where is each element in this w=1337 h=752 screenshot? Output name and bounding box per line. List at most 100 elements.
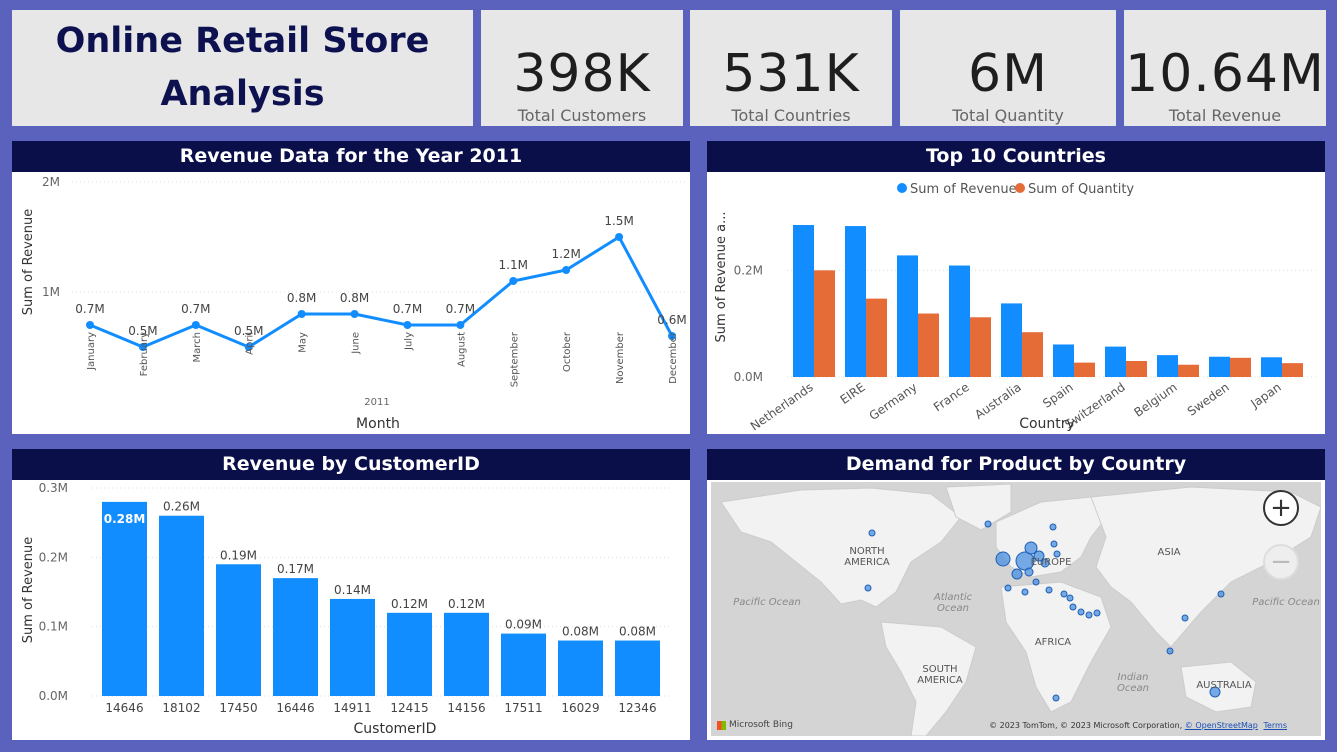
data-label: 1.5M	[604, 214, 633, 228]
x-tick-label: June	[351, 332, 362, 355]
bar	[1074, 362, 1095, 377]
data-point	[562, 266, 571, 274]
x-tick-label: Japan	[1247, 380, 1283, 411]
data-label: 0.7M	[393, 302, 422, 316]
data-label: 0.8M	[287, 291, 316, 305]
x-tick-label: August	[456, 332, 467, 367]
revenue-2011-panel[interactable]: Revenue Data for the Year 2011 1M 2M Sum o…	[12, 141, 690, 434]
bubble	[1004, 584, 1012, 592]
bar	[444, 612, 489, 696]
customer-revenue-chart[interactable]: 0.0M 0.1M 0.2M 0.3M Sum of Revenue 0.28M 14646…	[12, 480, 690, 740]
bing-logo: Microsoft Bing	[717, 720, 793, 730]
x-tick-label: EIRE	[838, 380, 868, 407]
data-label: 0.09M	[505, 618, 542, 632]
data-point	[403, 321, 412, 329]
data-point	[509, 277, 518, 285]
world-map[interactable]: NORTH AMERICA SOUTH AMERICA EUROPE ASIA …	[711, 482, 1321, 736]
bar	[1105, 346, 1126, 377]
y-tick-label: 1M	[42, 285, 60, 299]
data-point	[456, 321, 465, 329]
data-label: 1.2M	[551, 247, 580, 261]
bar	[1261, 357, 1282, 377]
bubble	[1217, 590, 1225, 598]
bubble	[868, 529, 876, 537]
bubble	[1050, 540, 1058, 548]
bubble	[984, 520, 992, 528]
map-label-pacific-left: Pacific Ocean	[733, 597, 801, 608]
customer-revenue-panel[interactable]: Revenue by CustomerID 0.0M 0.1M 0.2M 0.3M Su…	[12, 449, 690, 740]
top-countries-chart[interactable]: Sum of Revenue Sum of Quantity 0.0M 0.2M Sum…	[707, 172, 1325, 434]
bar	[102, 501, 147, 696]
data-label: 0.6M	[657, 313, 686, 327]
osm-link[interactable]: © OpenStreetMap	[1185, 721, 1258, 730]
top-countries-panel[interactable]: Top 10 Countries Sum of Revenue Sum of Qu…	[707, 141, 1325, 434]
bar	[793, 225, 814, 377]
kpi-value: 10.64M	[1125, 44, 1325, 104]
map-attribution: © 2023 TomTom, © 2023 Microsoft Corporat…	[989, 721, 1287, 730]
bubble	[1049, 523, 1057, 531]
revenue-line-chart[interactable]: 1M2MSum of Revenue 0.7MJanuary0.5MFebruar…	[12, 172, 690, 434]
x-tick-label: 18102	[162, 701, 200, 715]
kpi-value: 6M	[968, 44, 1048, 104]
map-label-indian: Indian	[1118, 672, 1149, 683]
panel-title: Top 10 Countries	[707, 141, 1325, 172]
kpi-total-quantity[interactable]: 6M Total Quantity	[900, 10, 1116, 126]
x-tick-label: Spain	[1040, 380, 1075, 411]
data-label: 0.08M	[619, 625, 656, 639]
terms-link[interactable]: Terms	[1263, 721, 1287, 730]
bar	[897, 255, 918, 377]
y-axis-title: Sum of Revenue	[21, 209, 36, 316]
legend-marker	[1015, 183, 1025, 193]
bar	[330, 598, 375, 696]
bubble	[1077, 608, 1085, 616]
x-tick-label: Netherlands	[748, 380, 816, 433]
data-label: 0.19M	[220, 548, 257, 562]
x-tick-label: 14156	[447, 701, 485, 715]
data-point	[615, 233, 624, 241]
kpi-value: 531K	[722, 44, 860, 104]
data-label: 0.12M	[391, 597, 428, 611]
zoom-in-button[interactable]: +	[1263, 490, 1299, 526]
map-panel[interactable]: Demand for Product by Country NORTH AMER…	[707, 449, 1325, 740]
y-tick-label: 0.3M	[39, 481, 68, 495]
legend-marker	[897, 183, 907, 193]
map-label-atlantic: Ocean	[937, 603, 969, 614]
x-tick-label: Germany	[867, 380, 920, 423]
attribution-text: © 2023 TomTom, © 2023 Microsoft Corporat…	[989, 721, 1183, 730]
x-tick-label: 16446	[276, 701, 314, 715]
kpi-label: Total Countries	[731, 106, 851, 125]
x-tick-label: Australia	[972, 380, 1024, 422]
x-tick-label: Belgium	[1131, 380, 1179, 420]
map-label-south-america: AMERICA	[917, 675, 963, 686]
kpi-total-revenue[interactable]: 10.64M Total Revenue	[1124, 10, 1326, 126]
x-axis-title: Month	[356, 416, 400, 432]
kpi-value: 398K	[513, 44, 651, 104]
bar	[1126, 361, 1147, 377]
zoom-out-button[interactable]: −	[1263, 544, 1299, 580]
x-tick-label: December	[668, 331, 679, 384]
bar	[1157, 355, 1178, 377]
map-label-australia: AUSTRALIA	[1196, 680, 1252, 691]
data-label: 0.7M	[181, 302, 210, 316]
plus-icon: +	[1270, 493, 1292, 523]
legend-label: Sum of Revenue	[910, 182, 1017, 197]
bubble	[864, 584, 872, 592]
bar	[918, 313, 939, 377]
kpi-total-countries[interactable]: 531K Total Countries	[690, 10, 892, 126]
x-tick-label: September	[509, 331, 520, 387]
windows-icon	[717, 720, 726, 730]
kpi-total-customers[interactable]: 398K Total Customers	[481, 10, 683, 126]
data-label: 0.8M	[340, 291, 369, 305]
panel-title: Revenue Data for the Year 2011	[12, 141, 690, 172]
y-tick-label: 2M	[42, 175, 60, 189]
x-tick-label: April	[245, 332, 256, 355]
x-sub-label: 2011	[364, 397, 389, 408]
kpi-label: Total Revenue	[1168, 106, 1282, 125]
bar	[501, 633, 546, 696]
bar	[273, 578, 318, 696]
x-tick-label: July	[403, 332, 414, 351]
map-canvas[interactable]: NORTH AMERICA SOUTH AMERICA EUROPE ASIA …	[711, 482, 1321, 736]
panel-title: Revenue by CustomerID	[12, 449, 690, 480]
bar	[159, 515, 204, 696]
x-tick-label: May	[298, 332, 309, 353]
